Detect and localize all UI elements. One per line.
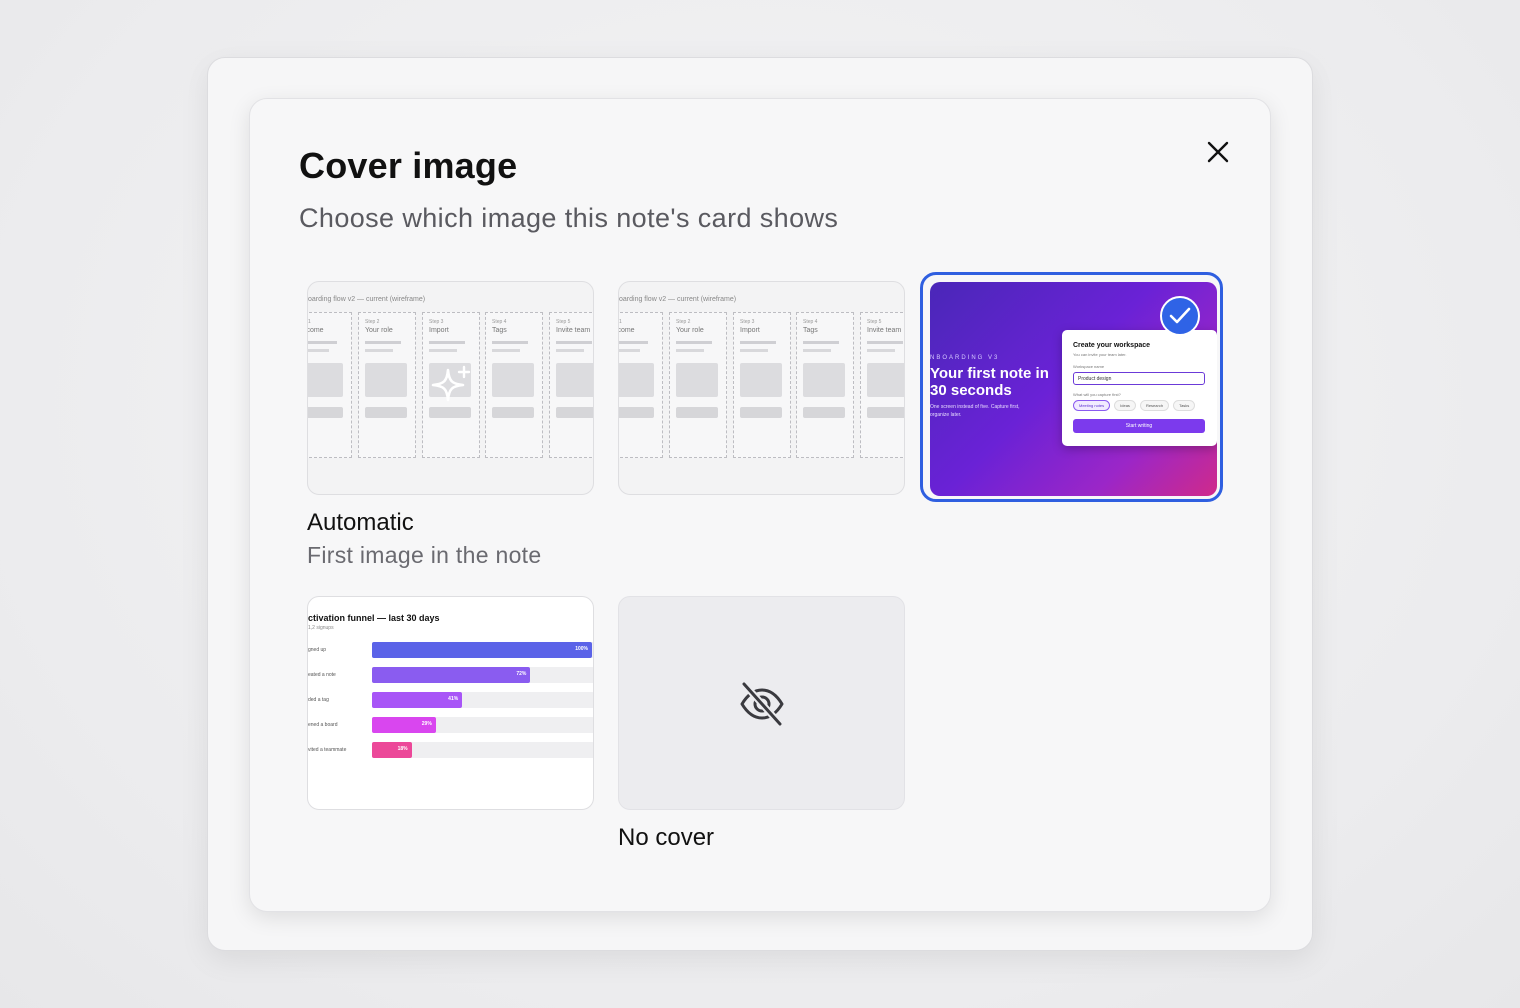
wireframe-step-name: Tags [803,327,818,334]
funnel-bar-value: 100% [575,646,588,652]
funnel-bar: 18% [372,742,412,758]
option-funnel-card[interactable]: ctivation funnel — last 30 days 1,2 sign… [307,596,594,810]
wireframe-step-name: Import [740,327,760,334]
preview-body: One screen instead of five. Capture firs… [930,404,1020,418]
wireframe-step-number: Step 5 [556,319,571,325]
wireframe-step-name: Import [429,327,449,334]
wireframe-title: oarding flow v2 — current (wireframe) [619,296,737,303]
wireframe-step-column: ep 1 elcome [618,312,663,458]
option-no-cover-card[interactable] [618,596,905,810]
wireframe-step-name: Your role [365,327,393,334]
wireframe-step-column: Step 4 Tags [485,312,543,458]
preview-headline: Your first note in 30 seconds [930,365,1049,399]
wireframe-step-name: Invite team [556,327,591,334]
preview-field-label: Workspace name [1073,364,1105,369]
option-wireframe-card[interactable]: oarding flow v2 — current (wireframe) ep… [618,281,905,495]
funnel-row-label: ened a board [308,722,338,728]
wireframe-step-column: Step 5 Invite team [860,312,904,458]
option-automatic-label: Automatic [307,509,414,536]
funnel-title: ctivation funnel — last 30 days [308,613,440,623]
wireframe-step-column: ep 1 elcome [307,312,352,458]
funnel-bar-track: 72% [372,667,593,683]
preview-question: What will you capture first? [1073,392,1121,397]
funnel-bar: 41% [372,692,463,708]
preview-button: Start writing [1073,419,1205,433]
close-icon [1207,141,1229,163]
cover-image-dialog: Cover image Choose which image this note… [249,98,1271,912]
funnel-row-label: ded a tag [308,697,329,703]
wireframe-step-column: Step 2 Your role [358,312,416,458]
funnel-bar-track: 100% [372,642,593,658]
wireframe-step-number: Step 5 [867,319,882,325]
option-automatic-card[interactable]: oarding flow v2 — current (wireframe) ep… [307,281,594,495]
wireframe-step-number: Step 4 [803,319,818,325]
funnel-bar-value: 72% [516,671,527,677]
wireframe-step-name: Your role [676,327,704,334]
preview-field: Product design [1073,372,1205,385]
preview-chip: Research [1139,400,1170,411]
wireframe-step-name: Tags [492,327,507,334]
eye-off-icon [740,680,784,728]
funnel-bar-track: 29% [372,717,593,733]
wireframe-step-number: ep 1 [618,319,622,325]
wireframe-step-name: elcome [308,327,324,334]
funnel-row-label: vited a teammate [308,747,347,753]
close-button[interactable] [1203,137,1233,167]
wireframe-title: oarding flow v2 — current (wireframe) [308,296,426,303]
preview-chip: Ideas [1114,400,1136,411]
funnel-bar: 72% [372,667,531,683]
wireframe-step-number: Step 3 [429,319,444,325]
wireframe-step-column: Step 4 Tags [796,312,854,458]
wireframe-step-number: Step 2 [676,319,691,325]
wireframe-step-number: ep 1 [307,319,311,325]
funnel-bar: 100% [372,642,592,658]
funnel-bar-track: 18% [372,742,593,758]
option-automatic-sublabel: First image in the note [307,542,542,568]
preview-modal: Create your workspace You can invite you… [1062,330,1217,446]
funnel-bar-track: 41% [372,692,593,708]
preview-modal-sub: You can invite your team later. [1073,352,1127,357]
funnel-bar: 29% [372,717,436,733]
wireframe-step-number: Step 4 [492,319,507,325]
option-no-cover-label: No cover [618,824,715,851]
wireframe-step-column: Step 3 Import [733,312,791,458]
wireframe-step-name: Invite team [867,327,902,334]
sparkle-icon [431,365,471,402]
wireframe-step-name: elcome [619,327,635,334]
funnel-subtitle: 1,2 signups [308,625,334,631]
preview-eyebrow: NBOARDING V3 [930,355,1000,361]
preview-chip: Tasks [1173,400,1196,411]
wireframe-step-column: Step 5 Invite team [549,312,593,458]
wireframe-step-number: Step 3 [740,319,755,325]
option-onboarding-card[interactable]: NBOARDING V3 Your first note in 30 secon… [930,282,1217,496]
wireframe-step-column: Step 2 Your role [669,312,727,458]
funnel-bar-value: 18% [397,746,408,752]
dialog-subtitle: Choose which image this note's card show… [299,203,839,233]
preview-chip: Meeting notes [1073,400,1111,411]
funnel-row-label: gned up [308,647,327,653]
funnel-row-label: eated a note [308,672,336,678]
dialog-title: Cover image [299,145,518,186]
check-icon [1169,307,1191,324]
funnel-bar-value: 29% [421,721,432,727]
preview-modal-title: Create your workspace [1073,342,1151,349]
selected-check-badge [1160,296,1200,336]
funnel-bar-value: 41% [448,696,459,702]
wireframe-step-number: Step 2 [365,319,380,325]
